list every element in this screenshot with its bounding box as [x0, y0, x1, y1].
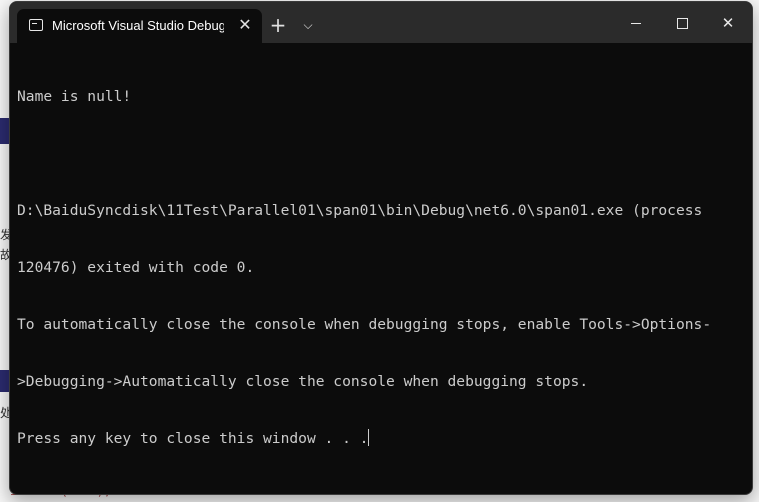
close-icon: ✕: [721, 14, 735, 32]
console-prompt-text: Press any key to close this window . . .: [17, 430, 369, 447]
terminal-icon: [29, 19, 43, 31]
tab-close-icon[interactable]: ✕: [235, 15, 255, 35]
minimize-button[interactable]: [613, 2, 659, 43]
console-tab[interactable]: Microsoft Visual Studio Debug Console ✕: [17, 9, 262, 43]
tab-title: Microsoft Visual Studio Debug Console: [52, 18, 224, 33]
console-line: 120476) exited with code 0.: [17, 259, 255, 276]
console-output[interactable]: Name is null! D:\BaiduSyncdisk\11Test\Pa…: [17, 49, 744, 486]
new-tab-button[interactable]: +: [265, 12, 291, 38]
console-line: D:\BaiduSyncdisk\11Test\Parallel01\span0…: [17, 202, 703, 219]
terminal-window: Microsoft Visual Studio Debug Console ✕ …: [9, 1, 753, 495]
title-bar[interactable]: Microsoft Visual Studio Debug Console ✕ …: [10, 2, 752, 43]
console-line: To automatically close the console when …: [17, 316, 712, 333]
maximize-button[interactable]: [659, 2, 705, 43]
chevron-down-icon[interactable]: ⌵: [295, 12, 321, 38]
text-cursor: [368, 429, 370, 446]
close-window-button[interactable]: ✕: [705, 2, 751, 43]
console-line: >Debugging->Automatically close the cons…: [17, 373, 589, 390]
maximize-icon: [676, 18, 688, 29]
console-line: Name is null!: [17, 88, 132, 105]
minimize-icon: [631, 23, 641, 24]
console-line-prompt: Press any key to close this window . . .: [17, 429, 744, 448]
